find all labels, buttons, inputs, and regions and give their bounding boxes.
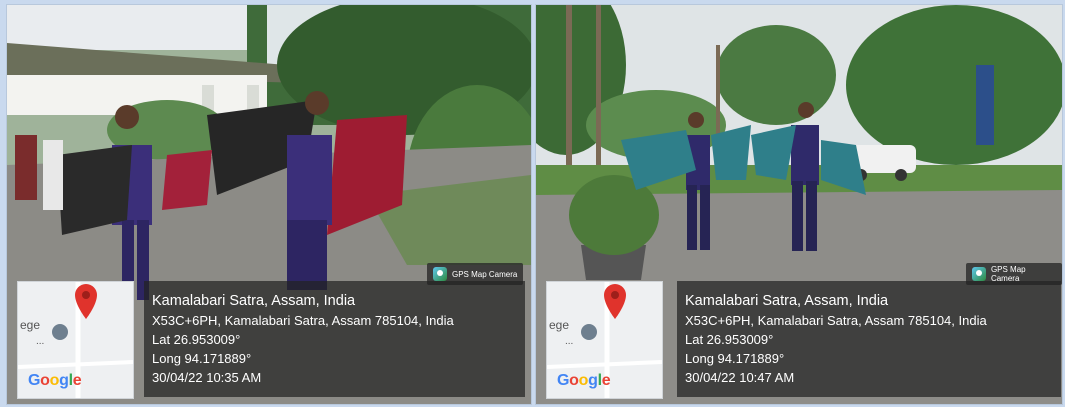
longitude-line: Long 94.171889° bbox=[685, 351, 785, 366]
google-logo: Google bbox=[557, 372, 611, 389]
location-title: Kamalabari Satra, Assam, India bbox=[152, 293, 356, 309]
datetime-line: 30/04/22 10:47 AM bbox=[685, 370, 795, 385]
latitude-line: Lat 26.953009° bbox=[685, 332, 774, 347]
map-place-label: ege bbox=[549, 318, 570, 332]
datetime-line: 30/04/22 10:35 AM bbox=[152, 370, 262, 385]
longitude-line: Long 94.171889° bbox=[152, 351, 252, 366]
map-ellipsis: ... bbox=[36, 336, 45, 347]
geotagged-photo-1: GPS Map Camera ege ... Google Kamalabari… bbox=[6, 4, 532, 405]
geotagged-photo-2: GPS Map Camera ege ... Google Kamalabari… bbox=[535, 4, 1063, 405]
mini-map: ege ... Google bbox=[17, 281, 134, 399]
google-logo: Google bbox=[28, 372, 82, 389]
map-ellipsis: ... bbox=[565, 336, 574, 347]
location-info-box: Kamalabari Satra, Assam, India X53C+6PH,… bbox=[144, 281, 525, 397]
address-line: X53C+6PH, Kamalabari Satra, Assam 785104… bbox=[685, 313, 987, 328]
gps-map-camera-icon bbox=[972, 267, 986, 281]
school-icon bbox=[581, 324, 597, 340]
mini-map: ege ... Google bbox=[546, 281, 663, 399]
location-title: Kamalabari Satra, Assam, India bbox=[685, 293, 889, 309]
latitude-line: Lat 26.953009° bbox=[152, 332, 241, 347]
location-info-box: Kamalabari Satra, Assam, India X53C+6PH,… bbox=[677, 281, 1061, 397]
address-line: X53C+6PH, Kamalabari Satra, Assam 785104… bbox=[152, 313, 454, 328]
school-icon bbox=[52, 324, 68, 340]
gps-map-camera-icon bbox=[433, 267, 447, 281]
map-place-label: ege bbox=[20, 318, 41, 332]
badge-label: GPS Map Camera bbox=[452, 269, 518, 279]
